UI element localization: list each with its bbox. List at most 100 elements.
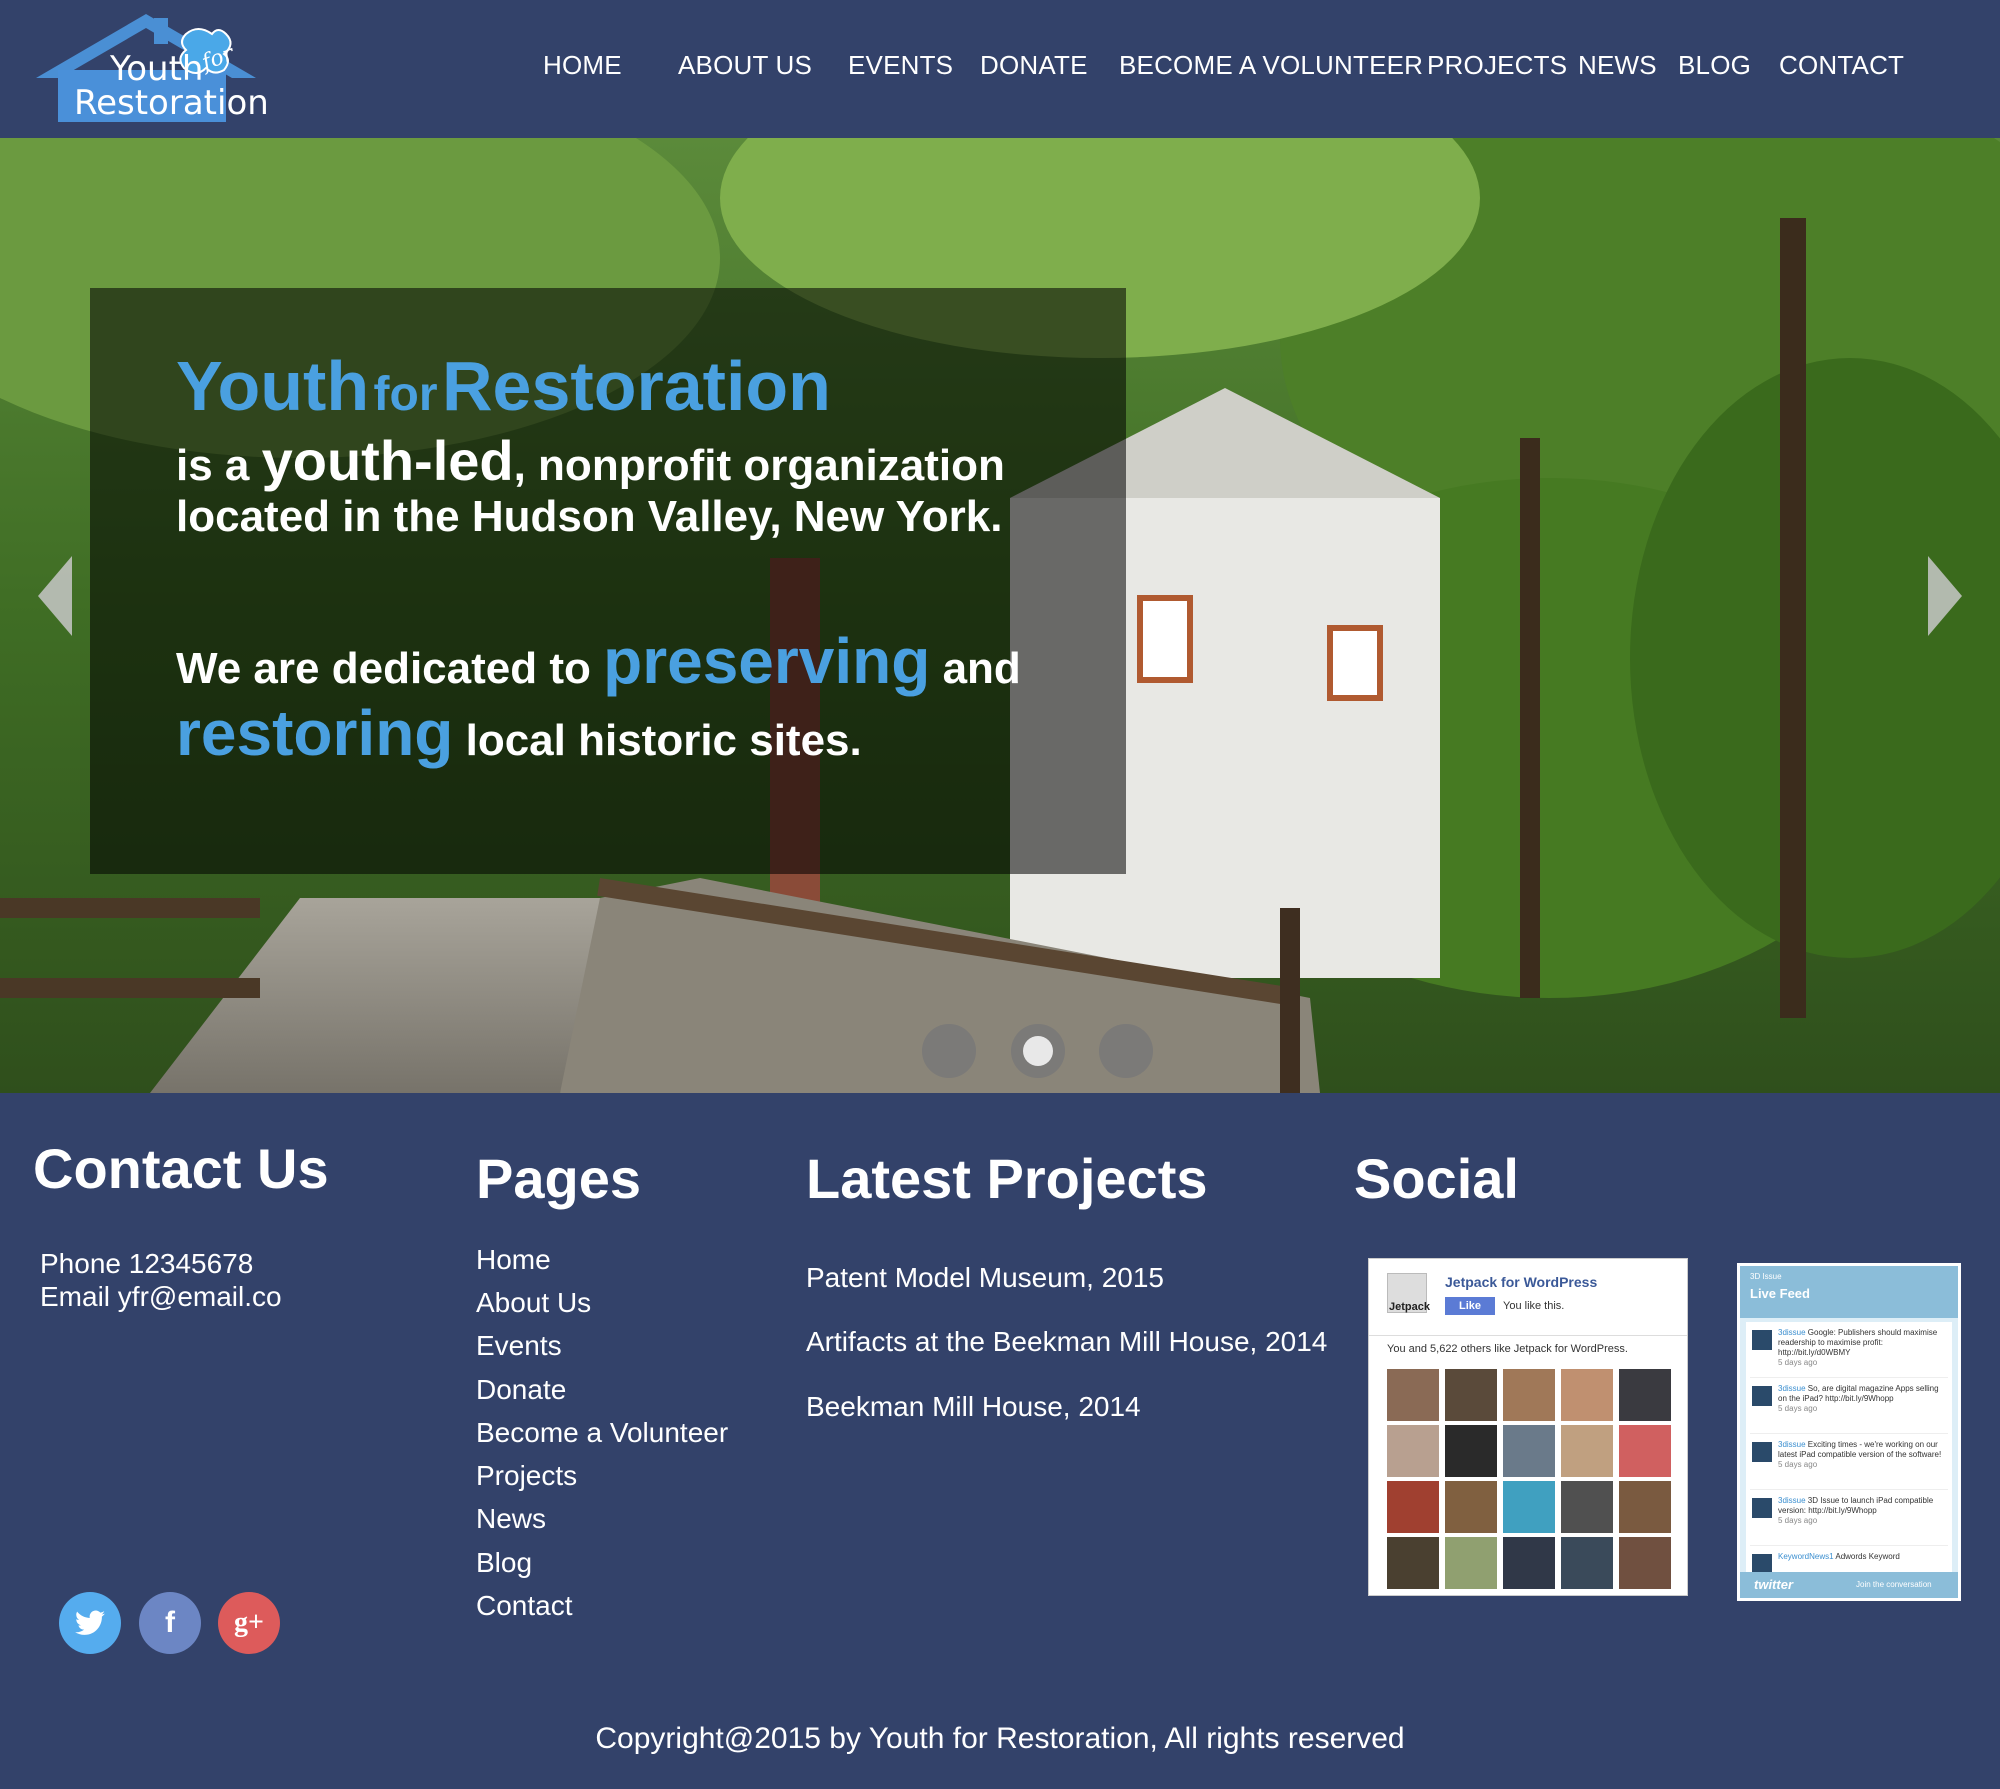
logo-word-youth: Youth [110,49,204,89]
footer-page-become-a-volunteer[interactable]: Become a Volunteer [476,1417,728,1449]
fb-face-thumbnail[interactable] [1445,1369,1497,1421]
tweet-body: Adwords Keyword [1833,1552,1900,1561]
footer-page-contact[interactable]: Contact [476,1590,573,1622]
contact-phone: Phone 12345678 [40,1248,254,1279]
tweet-avatar-icon [1752,1554,1772,1572]
latest-projects-heading: Latest Projects [806,1147,1208,1210]
footer-page-about-us[interactable]: About Us [476,1287,591,1319]
footer-page-news[interactable]: News [476,1503,546,1535]
tw-join-link[interactable]: Join the conversation [1856,1580,1932,1589]
nav-about-us[interactable]: ABOUT US [678,50,812,81]
tweet-user[interactable]: 3dissue [1778,1328,1806,1337]
site-header: Youth for Restoration HOME ABOUT US EVEN… [0,0,2000,138]
tweet-avatar-icon [1752,1386,1772,1406]
fb-face-thumbnail[interactable] [1561,1481,1613,1533]
fb-page-name[interactable]: Jetpack for WordPress [1445,1274,1597,1290]
fb-face-thumbnail[interactable] [1619,1425,1671,1477]
google-plus-icon[interactable]: g+ [218,1592,280,1654]
hero-title: Youth for Restoration [176,346,831,426]
project-link-2[interactable]: Artifacts at the Beekman Mill House, 201… [806,1326,1327,1358]
fb-face-thumbnail[interactable] [1561,1537,1613,1589]
slider-dot-2[interactable] [1011,1024,1065,1078]
fb-you-like: You like this. [1503,1300,1565,1312]
tweet-item[interactable]: 3dissue Exciting times - we're working o… [1750,1438,1948,1490]
hero-slider: Youth for Restoration is a youth-led, no… [0,138,2000,1093]
fb-face-thumbnail[interactable] [1503,1425,1555,1477]
project-link-3[interactable]: Beekman Mill House, 2014 [806,1391,1141,1423]
tweet-item[interactable]: 3dissue So, are digital magazine Apps se… [1750,1382,1948,1434]
tweet-avatar-icon [1752,1330,1772,1350]
slider-dot-1[interactable] [922,1024,976,1078]
slider-prev-arrow-icon[interactable] [38,556,72,636]
hero-title-restoration: Restoration [441,347,831,425]
nav-become-a-volunteer[interactable]: BECOME A VOLUNTEER [1119,50,1423,81]
footer-page-blog[interactable]: Blog [476,1547,532,1579]
slider-next-arrow-icon[interactable] [1928,556,1962,636]
tweet-time: 5 days ago [1778,1516,1818,1525]
tweet-text: 3dissue 3D Issue to launch iPad compatib… [1778,1496,1946,1526]
fb-face-thumbnail[interactable] [1387,1481,1439,1533]
tweet-text: KeywordNews1 Adwords Keyword [1778,1552,1946,1562]
tweet-item[interactable]: 3dissue Google: Publishers should maximi… [1750,1326,1948,1378]
fb-face-thumbnail[interactable] [1503,1537,1555,1589]
fb-faces-grid [1387,1369,1677,1589]
hero-restoring: restoring [176,697,454,769]
fb-face-thumbnail[interactable] [1445,1537,1497,1589]
hero-line-1: is a youth-led, nonprofit organization [176,429,1005,492]
fb-face-thumbnail[interactable] [1619,1481,1671,1533]
jetpack-avatar-label: Jetpack [1389,1301,1430,1313]
logo-word-restoration: Restoration [74,83,269,123]
nav-projects[interactable]: PROJECTS [1427,50,1567,81]
project-link-1[interactable]: Patent Model Museum, 2015 [806,1262,1164,1294]
contact-email[interactable]: Email yfr@email.co [40,1281,282,1313]
fb-face-thumbnail[interactable] [1619,1369,1671,1421]
fb-face-thumbnail[interactable] [1445,1481,1497,1533]
site-logo[interactable]: Youth for Restoration [36,14,269,124]
nav-home[interactable]: HOME [543,50,622,81]
fb-face-thumbnail[interactable] [1387,1369,1439,1421]
fb-face-thumbnail[interactable] [1445,1425,1497,1477]
footer-page-projects[interactable]: Projects [476,1460,577,1492]
fb-face-thumbnail[interactable] [1387,1537,1439,1589]
tweet-user[interactable]: KeywordNews1 [1778,1552,1834,1561]
fb-face-thumbnail[interactable] [1503,1481,1555,1533]
fb-face-thumbnail[interactable] [1619,1537,1671,1589]
tweet-item[interactable]: KeywordNews1 Adwords Keyword [1750,1550,1948,1572]
hero-title-for: for [373,368,438,421]
fb-face-thumbnail[interactable] [1561,1425,1613,1477]
hero-line-2: located in the Hudson Valley, New York. [176,492,1003,541]
twitter-icon[interactable] [59,1592,121,1654]
nav-blog[interactable]: BLOG [1678,50,1751,81]
twitter-feed-widget[interactable]: 3D Issue Live Feed 3dissue Google: Publi… [1737,1263,1961,1601]
nav-events[interactable]: EVENTS [848,50,953,81]
tw-header-title: Live Feed [1750,1286,1810,1301]
footer-page-donate[interactable]: Donate [476,1374,566,1406]
nav-contact[interactable]: CONTACT [1779,50,1904,81]
tweet-avatar-icon [1752,1498,1772,1518]
tw-tweet-list: 3dissue Google: Publishers should maximi… [1746,1322,1952,1572]
fb-face-thumbnail[interactable] [1503,1369,1555,1421]
footer-page-events[interactable]: Events [476,1330,562,1362]
tweet-user[interactable]: 3dissue [1778,1384,1806,1393]
nav-news[interactable]: NEWS [1578,50,1657,81]
slider-dot-3[interactable] [1099,1024,1153,1078]
fb-like-button[interactable]: Like [1445,1297,1495,1315]
hero-preserving: preserving [603,625,931,697]
facebook-like-box[interactable]: Jetpack Jetpack for WordPress Like You l… [1368,1258,1688,1596]
footer-page-home[interactable]: Home [476,1244,551,1276]
hero-title-youth: Youth [176,347,370,425]
hero-line-3: We are dedicated to preserving and [176,625,1021,697]
contact-heading: Contact Us [33,1137,329,1200]
tweet-user[interactable]: 3dissue [1778,1440,1806,1449]
pages-heading: Pages [476,1147,641,1210]
fb-face-thumbnail[interactable] [1561,1369,1613,1421]
nav-donate[interactable]: DONATE [980,50,1088,81]
tweet-user[interactable]: 3dissue [1778,1496,1806,1505]
fb-face-thumbnail[interactable] [1387,1425,1439,1477]
tweet-text: 3dissue So, are digital magazine Apps se… [1778,1384,1946,1414]
tweet-item[interactable]: 3dissue 3D Issue to launch iPad compatib… [1750,1494,1948,1546]
facebook-icon[interactable]: f [139,1592,201,1654]
tw-footer: twitter Join the conversation [1740,1572,1958,1598]
twitter-logo: twitter [1754,1577,1793,1592]
hero-youth-led: youth-led [261,429,514,492]
